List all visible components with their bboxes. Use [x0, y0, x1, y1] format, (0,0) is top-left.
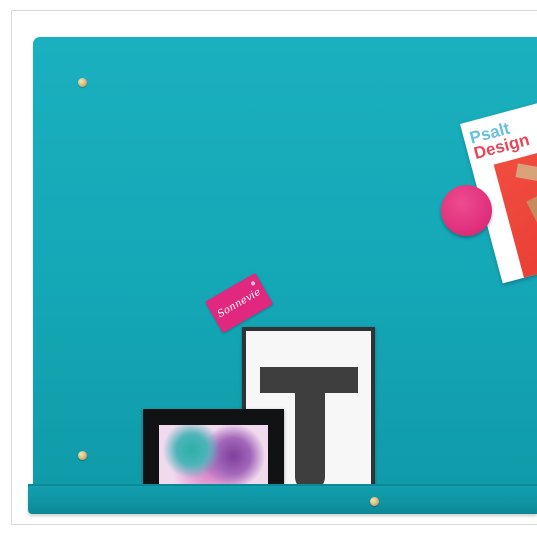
letter-t-bar — [260, 367, 358, 393]
screw-top-left — [78, 78, 87, 87]
screw-shelf — [370, 497, 379, 506]
screw-bottom-left — [78, 451, 87, 460]
business-card-hole — [250, 280, 256, 287]
board-shelf — [28, 486, 537, 514]
letter-t-stem — [295, 391, 325, 491]
magazine-cover-image — [493, 143, 537, 281]
photo-frame — [143, 409, 284, 487]
watercolor-artwork — [159, 425, 268, 487]
pink-magnet — [441, 185, 492, 236]
